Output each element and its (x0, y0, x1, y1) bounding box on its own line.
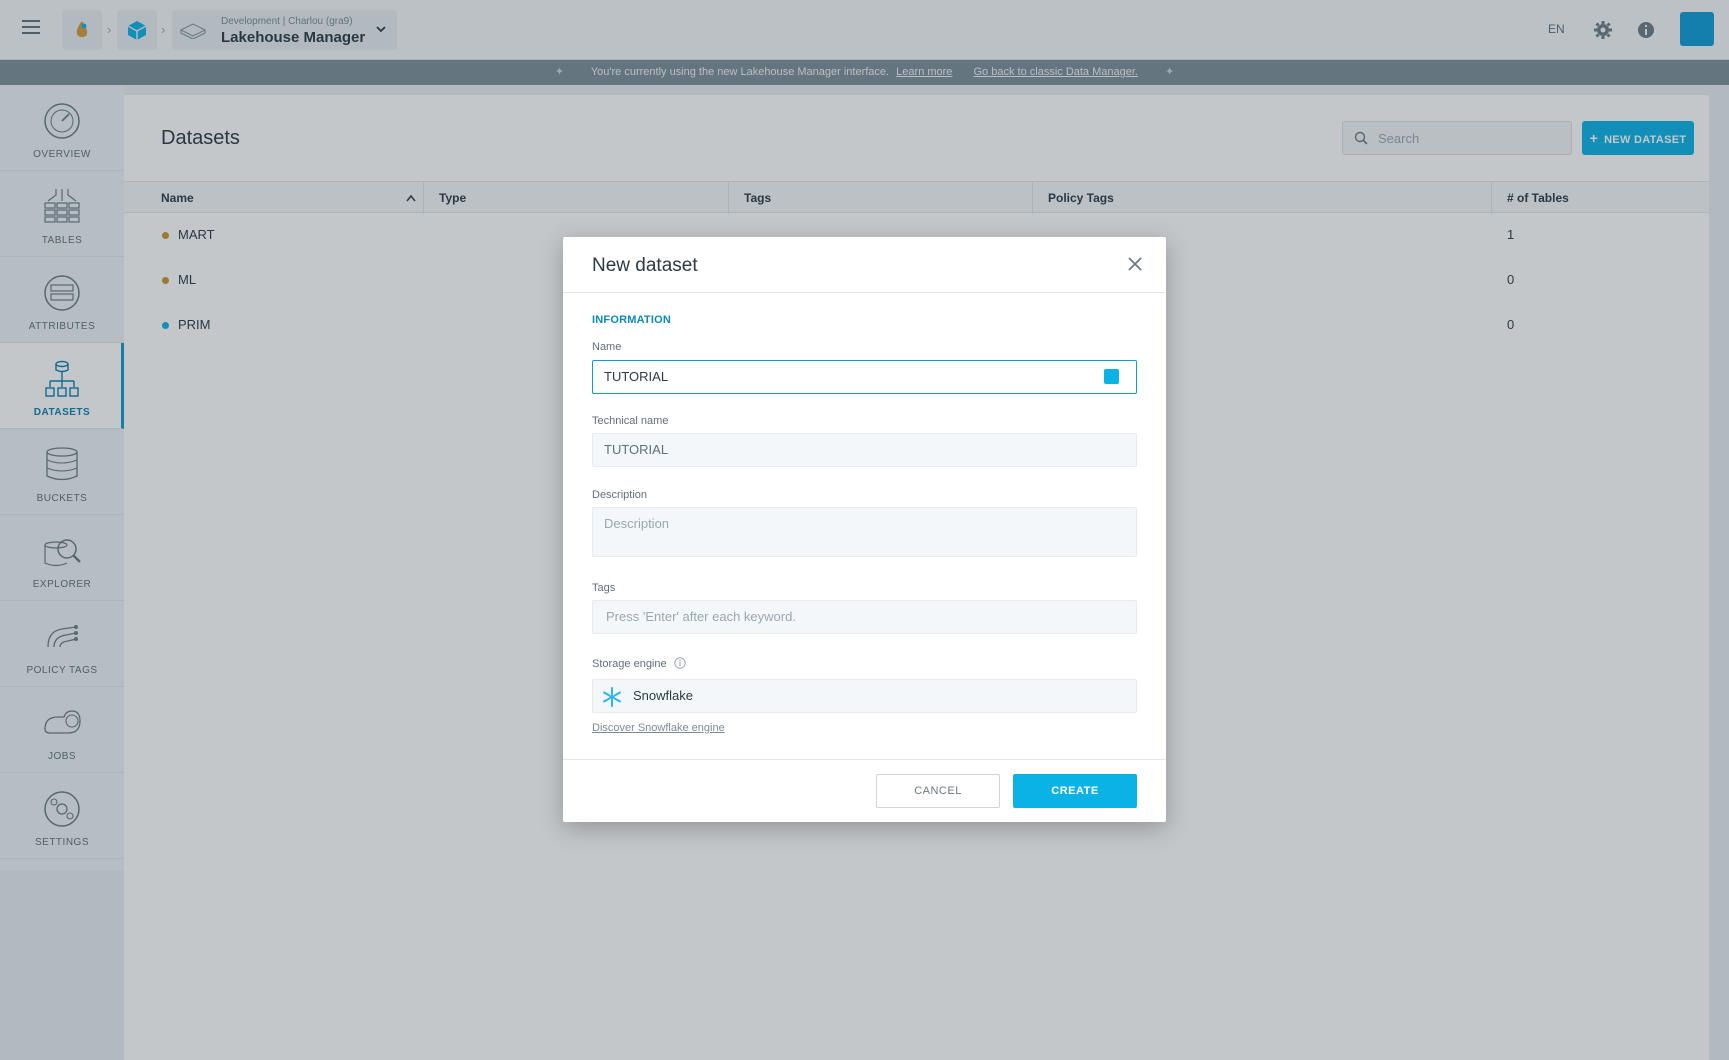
section-heading: INFORMATION (592, 314, 671, 326)
info-icon[interactable] (674, 657, 686, 669)
close-icon[interactable] (1128, 257, 1142, 271)
tags-placeholder: Press 'Enter' after each keyword. (606, 609, 796, 624)
description-label: Description (592, 489, 648, 501)
storage-engine-value: Snowflake (633, 688, 693, 703)
storage-engine-label: Storage engine (592, 657, 686, 670)
description-field[interactable]: Description (592, 507, 1137, 557)
discover-snowflake-link[interactable]: Discover Snowflake engine (592, 722, 725, 734)
name-field[interactable]: TUTORIAL (592, 360, 1137, 394)
description-placeholder: Description (604, 516, 670, 531)
technical-name-label: Technical name (592, 415, 669, 427)
create-button[interactable]: CREATE (1013, 774, 1137, 808)
color-picker-icon[interactable] (1104, 369, 1119, 384)
dialog-title: New dataset (592, 255, 698, 276)
technical-name-value: TUTORIAL (604, 442, 669, 457)
name-value: TUTORIAL (604, 369, 669, 384)
technical-name-field[interactable]: TUTORIAL (592, 433, 1137, 467)
name-label: Name (592, 341, 622, 353)
storage-engine-text: Storage engine (592, 658, 667, 670)
cancel-button[interactable]: CANCEL (876, 774, 1000, 808)
tags-label: Tags (592, 582, 616, 594)
snowflake-icon (603, 687, 621, 707)
storage-engine-field[interactable]: Snowflake (592, 679, 1137, 713)
tags-field[interactable]: Press 'Enter' after each keyword. (592, 600, 1137, 634)
new-dataset-dialog: New dataset INFORMATION Name TUTORIAL Te… (563, 237, 1166, 822)
